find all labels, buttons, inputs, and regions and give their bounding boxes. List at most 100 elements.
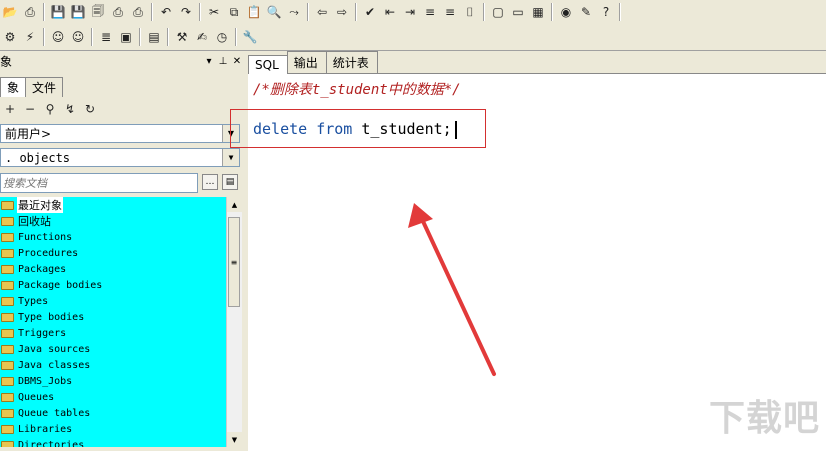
comment-icon[interactable]: ≡ — [421, 3, 439, 21]
unindent-icon[interactable]: ⇥ — [401, 3, 419, 21]
help-icon[interactable]: ? — [597, 3, 615, 21]
folder-icon — [1, 280, 14, 290]
tree-item[interactable]: Directories — [0, 437, 226, 447]
forward-icon[interactable]: ⇨ — [333, 3, 351, 21]
tree-item[interactable]: Java sources — [0, 341, 226, 357]
scroll-thumb[interactable]: ≡ — [228, 217, 240, 307]
print-icon[interactable]: ⎙ — [21, 3, 39, 21]
undo-icon[interactable]: ↶ — [157, 3, 175, 21]
folder-icon — [1, 264, 14, 274]
tile-icon[interactable]: ▦ — [529, 3, 547, 21]
object-tree[interactable]: 最近对象回收站 Functions Procedures Packages Packag… — [0, 197, 226, 447]
tree-item[interactable]: Functions — [0, 229, 226, 245]
tab-output[interactable]: 输出 — [286, 51, 327, 73]
oracle-icon[interactable]: ◉ — [557, 3, 575, 21]
print-setup-icon[interactable]: ⎙ — [109, 3, 127, 21]
user2-icon[interactable]: ☺ — [69, 28, 87, 46]
dropdown-icon[interactable]: ▾ — [202, 56, 216, 67]
pin-icon[interactable]: ⊥ — [216, 56, 230, 67]
binoculars-icon[interactable]: ⚲ — [41, 100, 59, 118]
save-icon[interactable]: 💾 — [49, 3, 67, 21]
tree-item[interactable]: Type bodies — [0, 309, 226, 325]
tree-item[interactable]: Java classes — [0, 357, 226, 373]
tree-item[interactable]: Package bodies — [0, 277, 226, 293]
main-toolbar: 📂 ⎙ 💾 💾 🗐 ⎙ ⎙ ↶ ↷ ✂ ⧉ 📋 🔍 ⤳ ⇦ ⇨ ✔ ⇤ ⇥ ≡ ≡ ⌷ ▢ ▭ ▦ ◉ ✎? — [0, 0, 826, 25]
notes-icon[interactable]: ✍ — [193, 28, 211, 46]
object-browser-panel: 象 ▾ ⊥ ✕ 象 文件 + − ⚲ ↯ ↻ 前用户> ▼ . objects … — [0, 51, 244, 451]
search-row: … ▤ — [0, 173, 244, 193]
indent-icon[interactable]: ⇤ — [381, 3, 399, 21]
user-select[interactable]: 前用户> ▼ — [0, 124, 240, 143]
tree-item[interactable]: 最近对象 — [0, 197, 226, 213]
user-select-value: 前用户> — [5, 127, 52, 141]
pdf-icon[interactable]: ✎ — [577, 3, 595, 21]
tree-item-label: 回收站 — [18, 215, 51, 228]
toolbar-separator — [619, 3, 621, 21]
panel-header: 象 ▾ ⊥ ✕ — [0, 51, 244, 71]
copy-icon[interactable]: ⧉ — [225, 3, 243, 21]
tab-statistics[interactable]: 统计表 — [325, 51, 378, 73]
tree-item[interactable]: DBMS_Jobs — [0, 373, 226, 389]
tab-objects[interactable]: 象 — [0, 77, 27, 97]
gear-icon[interactable]: ⚙ — [1, 28, 19, 46]
close-icon[interactable]: ✕ — [230, 56, 244, 67]
scroll-up-icon[interactable]: ▲ — [227, 197, 242, 212]
more-button[interactable]: … — [202, 174, 218, 190]
filter-icon[interactable]: ↯ — [61, 100, 79, 118]
page-setup-icon[interactable]: ⎙ — [129, 3, 147, 21]
tree-item[interactable]: Libraries — [0, 421, 226, 437]
folder-icon — [1, 312, 14, 322]
tab-sql[interactable]: SQL — [248, 55, 288, 74]
find-next-icon[interactable]: ⤳ — [285, 3, 303, 21]
tree-scrollbar[interactable]: ▲ ≡ ▼ — [226, 197, 242, 447]
save-as-icon[interactable]: 💾 — [69, 3, 87, 21]
tree-item-label: Types — [18, 295, 49, 307]
tree-item-label: Directories — [18, 439, 85, 448]
tree-item-label: Procedures — [18, 247, 79, 259]
cascade-icon[interactable]: ▭ — [509, 3, 527, 21]
panel-tabs: 象 文件 — [0, 77, 64, 97]
report-icon[interactable]: ▤ — [145, 28, 163, 46]
secondary-toolbar: ⚙ ⚡ ☺ ☺ ≣ ▣ ▤ ⚒ ✍ ◷ 🔧 — [0, 24, 826, 51]
bookmark-icon[interactable]: ⌷ — [461, 3, 479, 21]
tree-item[interactable]: 回收站 — [0, 213, 226, 229]
paste-icon[interactable]: 📋 — [245, 3, 263, 21]
chevron-down-icon[interactable]: ▼ — [222, 149, 239, 166]
minus-icon[interactable]: − — [21, 100, 39, 118]
sql-window-icon[interactable]: ≣ — [97, 28, 115, 46]
find-icon[interactable]: 🔍 — [265, 3, 283, 21]
tab-files[interactable]: 文件 — [25, 77, 64, 97]
tree-item[interactable]: Triggers — [0, 325, 226, 341]
tree-item[interactable]: Procedures — [0, 245, 226, 261]
tree-item[interactable]: Types — [0, 293, 226, 309]
code-area[interactable]: /*删除表t_student中的数据*/ delete from t_stude… — [253, 79, 461, 139]
tree-item[interactable]: Packages — [0, 261, 226, 277]
open-icon[interactable]: 📂 — [1, 3, 19, 21]
back-icon[interactable]: ⇦ — [313, 3, 331, 21]
cut-icon[interactable]: ✂ — [205, 3, 223, 21]
document-icon[interactable]: ▤ — [222, 174, 238, 190]
uncomment-icon[interactable]: ≡ — [441, 3, 459, 21]
refresh-icon[interactable]: ↻ — [81, 100, 99, 118]
add-icon[interactable]: + — [1, 100, 19, 118]
user-icon[interactable]: ☺ — [49, 28, 67, 46]
object-type-select[interactable]: . objects ▼ — [0, 148, 240, 167]
tree-item-label: DBMS_Jobs — [18, 375, 73, 387]
check-icon[interactable]: ✔ — [361, 3, 379, 21]
window-icon[interactable]: ▢ — [489, 3, 507, 21]
tree-item[interactable]: Queues — [0, 389, 226, 405]
folder-icon — [1, 344, 14, 354]
folder-icon — [1, 216, 14, 226]
clock-icon[interactable]: ◷ — [213, 28, 231, 46]
wand-icon[interactable]: ⚡ — [21, 28, 39, 46]
redo-icon[interactable]: ↷ — [177, 3, 195, 21]
search-input[interactable] — [0, 173, 198, 193]
tools-icon[interactable]: ⚒ — [173, 28, 191, 46]
tree-item[interactable]: Queue tables — [0, 405, 226, 421]
toolbar-separator — [483, 3, 485, 21]
command-window-icon[interactable]: ▣ — [117, 28, 135, 46]
wrench-icon[interactable]: 🔧 — [241, 28, 259, 46]
save-all-icon[interactable]: 🗐 — [89, 3, 107, 21]
folder-icon — [1, 424, 14, 434]
scroll-down-icon[interactable]: ▼ — [227, 432, 242, 447]
